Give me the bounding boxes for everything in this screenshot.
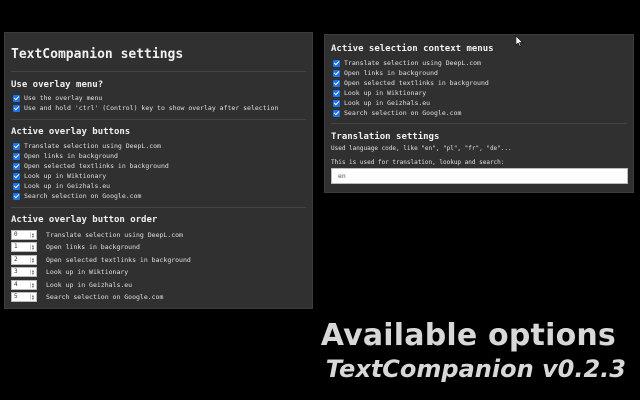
checkbox-checked-icon[interactable] (13, 172, 20, 180)
order-number-input[interactable]: 2 ▲ ▼ (11, 254, 37, 265)
spinner-icon[interactable]: ▲ ▼ (30, 268, 35, 275)
context-menus-heading: Active selection context menus (331, 44, 494, 54)
settings-panel-left: TextCompanion settings Use overlay menu?… (4, 32, 313, 309)
context-menu-option[interactable]: Translate selection using DeepL.com (333, 58, 481, 68)
divider (11, 207, 306, 208)
order-row: 3 ▲ ▼ Look up in Wiktionary (11, 266, 128, 277)
order-number-input[interactable]: 1 ▲ ▼ (11, 241, 37, 252)
checkbox-checked-icon[interactable] (333, 99, 340, 107)
spinner-icon[interactable]: ▲ ▼ (30, 281, 35, 288)
settings-panel-right: Active selection context menus Translate… (324, 34, 634, 193)
divider (331, 123, 627, 124)
checkbox-checked-icon[interactable] (13, 142, 20, 150)
checkbox-checked-icon[interactable] (13, 152, 20, 160)
context-menu-option[interactable]: Look up in Geizhals.eu (333, 98, 430, 108)
translation-heading: Translation settings (331, 132, 440, 142)
active-button-option[interactable]: Look up in Wiktionary (13, 171, 106, 181)
translation-note: This is used for translation, lookup and… (331, 159, 505, 166)
spinner-icon[interactable]: ▲ ▼ (30, 256, 35, 263)
language-hint: Used language code, like "en", "pl", "fr… (331, 145, 512, 152)
promo-version: TextCompanion v0.2.3 (325, 355, 626, 383)
order-number-input[interactable]: 5 ▲ ▼ (11, 291, 37, 302)
active-button-option[interactable]: Search selection on Google.com (13, 191, 141, 201)
checkbox-checked-icon[interactable] (333, 69, 340, 77)
active-buttons-heading: Active overlay buttons (11, 127, 131, 137)
overlay-menu-heading: Use overlay menu? (11, 80, 104, 90)
spinner-icon[interactable]: ▲ ▼ (30, 231, 35, 238)
order-row: 0 ▲ ▼ Translate selection using DeepL.com (11, 229, 183, 240)
context-menu-option[interactable]: Open links in background (333, 68, 438, 78)
active-button-option[interactable]: Look up in Geizhals.eu (13, 181, 110, 191)
active-button-option[interactable]: Open selected textlinks in background (13, 161, 169, 171)
order-row: 5 ▲ ▼ Search selection on Google.com (11, 291, 163, 302)
context-menu-option[interactable]: Look up in Wiktionary (333, 88, 426, 98)
order-number-input[interactable]: 3 ▲ ▼ (11, 266, 37, 277)
order-row: 1 ▲ ▼ Open links in background (11, 241, 140, 252)
promo-title: Available options (320, 318, 616, 353)
checkbox-checked-icon[interactable] (13, 192, 20, 200)
checkbox-checked-icon[interactable] (333, 89, 340, 97)
checkbox-checked-icon[interactable] (333, 79, 340, 87)
active-button-option[interactable]: Translate selection using DeepL.com (13, 141, 161, 151)
button-order-heading: Active overlay button order (11, 215, 158, 225)
spinner-icon[interactable]: ▲ ▼ (30, 293, 35, 300)
checkbox-checked-icon[interactable] (13, 182, 20, 190)
divider (11, 71, 306, 72)
mouse-cursor-icon (516, 36, 524, 47)
spinner-icon[interactable]: ▲ ▼ (30, 243, 35, 250)
overlay-ctrl-option[interactable]: Use and hold 'ctrl' (Control) key to sho… (13, 103, 278, 113)
order-row: 4 ▲ ▼ Look up in Geizhals.eu (11, 279, 132, 290)
active-button-option[interactable]: Open links in background (13, 151, 118, 161)
order-row: 2 ▲ ▼ Open selected textlinks in backgroun… (11, 254, 191, 265)
divider (11, 119, 306, 120)
checkbox-checked-icon[interactable] (333, 109, 340, 117)
context-menu-option[interactable]: Search selection on Google.com (333, 108, 461, 118)
order-number-input[interactable]: 4 ▲ ▼ (11, 279, 37, 290)
overlay-menu-option[interactable]: Use the overlay menu (13, 93, 102, 103)
checkbox-checked-icon[interactable] (333, 59, 340, 67)
language-code-input[interactable]: en (331, 168, 628, 184)
page-title: TextCompanion settings (11, 47, 184, 62)
context-menu-option[interactable]: Open selected textlinks in background (333, 78, 489, 88)
checkbox-checked-icon[interactable] (13, 162, 20, 170)
order-number-input[interactable]: 0 ▲ ▼ (11, 229, 37, 240)
checkbox-checked-icon[interactable] (13, 94, 20, 102)
checkbox-checked-icon[interactable] (13, 104, 20, 112)
